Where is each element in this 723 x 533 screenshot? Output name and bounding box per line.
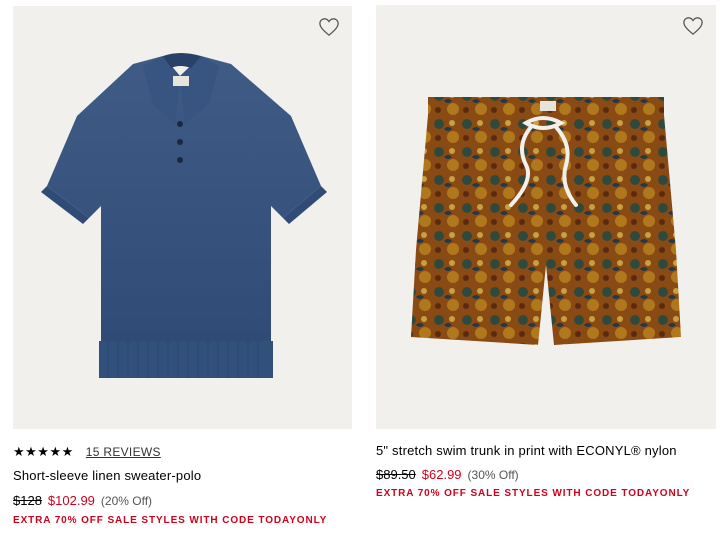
product-card-swim-trunk[interactable]: 5" stretch swim trunk in print with ECON… bbox=[376, 0, 716, 499]
promo-text: EXTRA 70% OFF SALE STYLES WITH CODE TODA… bbox=[13, 515, 328, 526]
product-card-linen-polo[interactable]: ★★★★★ 15 REVIEWS Short-sleeve linen swea… bbox=[13, 0, 352, 526]
wishlist-heart-icon[interactable] bbox=[682, 16, 704, 36]
sale-price: $62.99 bbox=[421, 467, 462, 482]
sale-price: $102.99 bbox=[47, 493, 95, 508]
polo-shirt-image bbox=[41, 53, 327, 378]
original-price: $128 bbox=[13, 493, 42, 508]
discount-percent: (30% Off) bbox=[467, 468, 519, 482]
wishlist-heart-icon[interactable] bbox=[318, 17, 340, 37]
original-price: $89.50 bbox=[376, 467, 416, 482]
product-name[interactable]: 5" stretch swim trunk in print with ECON… bbox=[376, 443, 716, 458]
swim-trunk-image bbox=[411, 97, 681, 345]
price-row: $128 $102.99 (20% Off) bbox=[13, 493, 352, 508]
product-image-swim-trunk[interactable] bbox=[376, 5, 716, 429]
product-image-linen-polo[interactable] bbox=[13, 6, 352, 429]
promo-text: EXTRA 70% OFF SALE STYLES WITH CODE TODA… bbox=[376, 488, 691, 499]
rating-row: ★★★★★ 15 REVIEWS bbox=[13, 444, 352, 460]
star-rating: ★★★★★ bbox=[13, 444, 74, 459]
reviews-link[interactable]: 15 REVIEWS bbox=[86, 445, 161, 459]
discount-percent: (20% Off) bbox=[100, 494, 153, 508]
product-name[interactable]: Short-sleeve linen sweater-polo bbox=[13, 468, 352, 483]
price-row: $89.50 $62.99 (30% Off) bbox=[376, 467, 716, 482]
